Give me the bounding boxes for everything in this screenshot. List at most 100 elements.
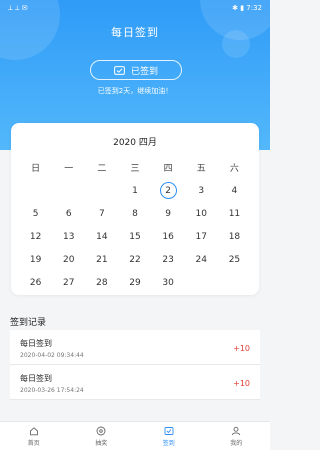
calendar-day[interactable]: 12 xyxy=(19,228,52,245)
tab-profile[interactable]: 我的 xyxy=(203,422,271,450)
calendar-day-number: 18 xyxy=(228,231,241,242)
calendar-day[interactable]: 10 xyxy=(185,205,218,222)
record-time: 2020-04-02 09:34:44 xyxy=(20,352,84,359)
calendar-day-number: 13 xyxy=(62,231,75,242)
records-title: 签到记录 xyxy=(10,318,47,328)
calendar-day-number: 22 xyxy=(129,254,141,265)
calendar-day-number: 9 xyxy=(165,208,171,219)
record-name: 每日签到 xyxy=(20,339,52,348)
calendar-day-today[interactable]: 2 xyxy=(152,182,185,199)
calendar-day-number: 28 xyxy=(96,277,108,288)
calendar-day[interactable]: 28 xyxy=(85,274,118,291)
calendar-day[interactable]: 4 xyxy=(218,182,251,199)
calendar-day[interactable]: 3 xyxy=(185,182,218,199)
record-row: 每日签到 2020-04-02 09:34:44 +10 xyxy=(10,330,260,365)
calendar-day-number: 4 xyxy=(231,185,238,196)
calendar-day[interactable]: 23 xyxy=(152,251,185,268)
calendar-day-number: 20 xyxy=(62,254,75,265)
calendar-empty xyxy=(185,274,218,291)
checkin-icon xyxy=(164,426,174,435)
calendar-day[interactable]: 5 xyxy=(19,205,52,222)
bottom-tab-bar: 首页 抽奖 签到 我的 xyxy=(0,421,270,450)
calendar-day-number: 2 xyxy=(159,182,177,199)
calendar-day-number: 6 xyxy=(65,208,72,219)
tab-lottery[interactable]: 抽奖 xyxy=(68,422,136,450)
calendar-day-number: 10 xyxy=(195,208,207,219)
calendar-empty xyxy=(85,182,118,199)
tab-home[interactable]: 首页 xyxy=(0,422,68,450)
calendar-day-number: 16 xyxy=(162,231,174,242)
calendar-day[interactable]: 13 xyxy=(52,228,85,245)
calendar-day[interactable]: 8 xyxy=(118,205,151,222)
calendar-day[interactable]: 29 xyxy=(118,274,151,291)
weekday-label: 四 xyxy=(163,164,173,174)
calendar-day[interactable]: 18 xyxy=(218,228,251,245)
tab-checkin[interactable]: 签到 xyxy=(135,422,203,450)
record-time: 2020-03-26 17:54:24 xyxy=(20,387,84,394)
calendar-day-number: 19 xyxy=(29,254,42,265)
weekday-label: 一 xyxy=(64,164,74,174)
tab-label: 首页 xyxy=(27,439,40,447)
calendar-day[interactable]: 17 xyxy=(185,228,218,245)
streak-text: 已签到2天，继续加油！ xyxy=(97,87,173,95)
status-left-icons: ⟂ ⟂ ✉ xyxy=(8,3,28,12)
calendar-day[interactable]: 16 xyxy=(152,228,185,245)
signed-status-button[interactable]: 已签到 xyxy=(90,60,182,80)
calendar-day[interactable]: 22 xyxy=(118,251,151,268)
calendar-day[interactable]: 9 xyxy=(152,205,185,222)
calendar-day-number: 15 xyxy=(129,231,141,242)
calendar-day[interactable]: 20 xyxy=(52,251,85,268)
calendar-day[interactable]: 7 xyxy=(85,205,118,222)
weekday-label: 日 xyxy=(31,164,41,174)
calendar-day-number: 8 xyxy=(132,208,138,219)
calendar-day[interactable]: 21 xyxy=(85,251,118,268)
calendar-day[interactable]: 25 xyxy=(218,251,251,268)
calendar-empty xyxy=(19,182,52,199)
tab-label: 我的 xyxy=(230,439,243,447)
records-list: 每日签到 2020-04-02 09:34:44 +10 每日签到 2020-03-26… xyxy=(10,330,260,400)
page-title: 每日签到 xyxy=(111,26,159,39)
calendar-day-number: 23 xyxy=(162,254,174,265)
calendar-day-number: 14 xyxy=(96,231,108,242)
calendar-day-number: 26 xyxy=(29,277,42,288)
calendar-day[interactable]: 27 xyxy=(52,274,85,291)
calendar-day-number: 11 xyxy=(228,208,241,219)
signed-status-label: 已签到 xyxy=(130,66,158,77)
calendar-day-number: 7 xyxy=(98,208,105,219)
calendar-empty xyxy=(52,182,85,199)
calendar-card: 2020 四月 日一二三四五六 1 2 3 4 5 6 7 8 9 10 11 12 13 14 15 16 17… xyxy=(11,123,259,295)
calendar-day-number: 21 xyxy=(96,254,108,265)
calendar-day[interactable]: 14 xyxy=(85,228,118,245)
calendar-day[interactable]: 6 xyxy=(52,205,85,222)
calendar-day[interactable]: 30 xyxy=(152,274,185,291)
lottery-icon xyxy=(96,426,106,435)
weekday-label: 五 xyxy=(196,164,206,174)
calendar-day[interactable]: 15 xyxy=(118,228,151,245)
tab-label: 签到 xyxy=(162,439,175,447)
calendar-day[interactable]: 1 xyxy=(118,182,151,199)
weekday-label: 三 xyxy=(130,164,140,174)
calendar-day-number: 29 xyxy=(129,277,141,288)
home-icon xyxy=(29,426,38,435)
record-row: 每日签到 2020-03-26 17:54:24 +10 xyxy=(10,365,260,400)
record-points: +10 xyxy=(233,344,250,353)
weekday-label: 二 xyxy=(97,164,107,174)
calendar-day-number: 3 xyxy=(198,185,205,196)
calendar-day[interactable]: 24 xyxy=(185,251,218,268)
calendar-day-number: 12 xyxy=(29,231,42,242)
checkin-badge-icon xyxy=(114,65,125,75)
tab-label: 抽奖 xyxy=(95,439,108,447)
calendar-day-number: 30 xyxy=(162,277,174,288)
calendar-day-number: 25 xyxy=(228,254,241,265)
calendar-day[interactable]: 19 xyxy=(19,251,52,268)
calendar-empty xyxy=(218,274,251,291)
profile-icon xyxy=(232,426,241,435)
calendar-day-number: 1 xyxy=(132,185,138,196)
status-right-icons: ✱ ▮ 7:32 xyxy=(232,4,262,12)
calendar-day[interactable]: 11 xyxy=(218,205,251,222)
calendar-day-number: 27 xyxy=(62,277,75,288)
calendar-day[interactable]: 26 xyxy=(19,274,52,291)
calendar-day-number: 17 xyxy=(195,231,207,242)
calendar-month-label: 2020 四月 xyxy=(113,138,157,148)
record-points: +10 xyxy=(233,379,250,388)
